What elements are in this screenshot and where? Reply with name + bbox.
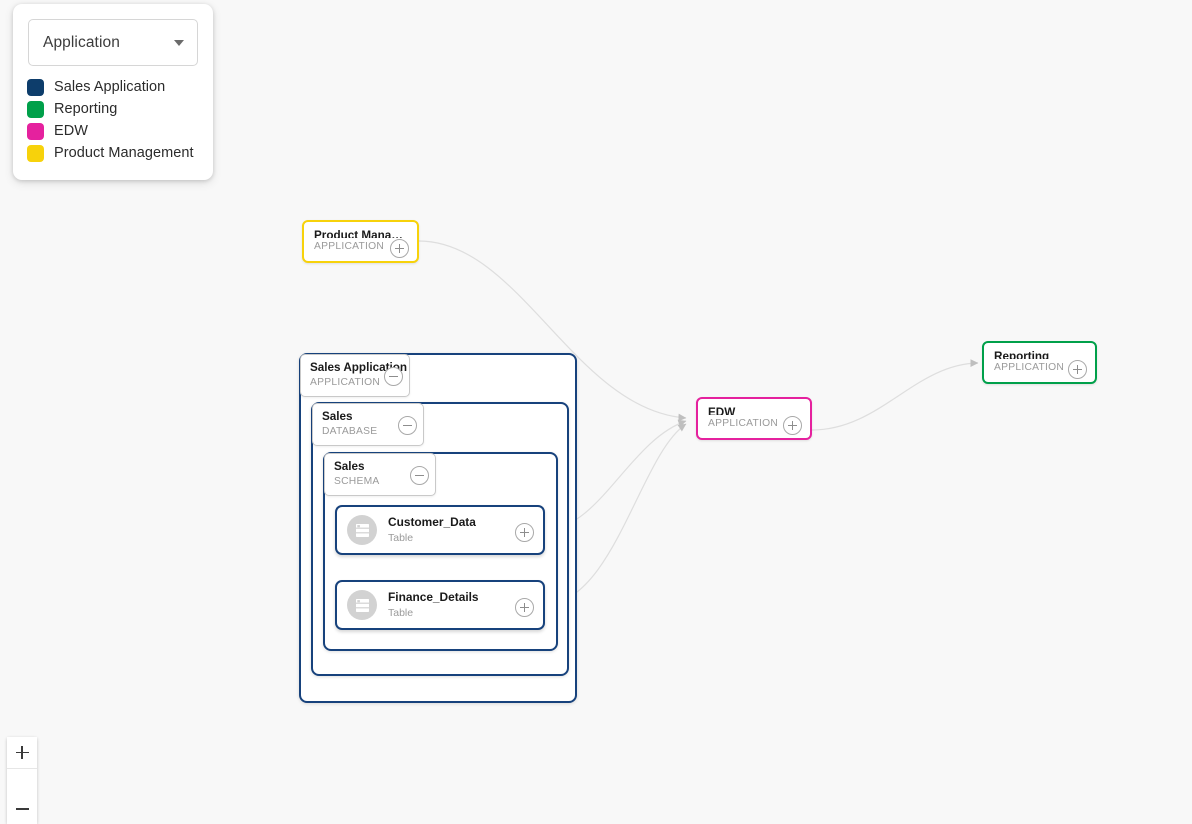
node-title: Customer_Data: [388, 515, 476, 529]
group-header-sales-schema[interactable]: Sales SCHEMA: [324, 453, 436, 496]
legend-color-swatch: [27, 78, 44, 96]
node-title: Finance_Details: [388, 590, 479, 604]
node-finance-details[interactable]: Finance_Details Table: [335, 580, 545, 630]
zoom-controls: [7, 737, 37, 824]
table-icon: [347, 590, 377, 620]
legend-item-product-management[interactable]: Product Management: [27, 142, 213, 164]
group-header-sales-database[interactable]: Sales DATABASE: [312, 403, 424, 446]
group-header-sales-application[interactable]: Sales Application APPLICATION: [300, 354, 410, 397]
graph-canvas[interactable]: Sales Application APPLICATION Sales DATA…: [0, 0, 1192, 824]
expand-toggle-reporting[interactable]: [1068, 360, 1087, 379]
expand-toggle-edw[interactable]: [783, 416, 802, 435]
expand-toggle-customer-data[interactable]: [515, 523, 534, 542]
chevron-down-icon: [174, 39, 184, 46]
expand-toggle-product-management[interactable]: [390, 239, 409, 258]
expand-toggle-finance-details[interactable]: [515, 598, 534, 617]
legend-item-label: Product Management: [54, 145, 194, 161]
legend-item-sales-application[interactable]: Sales Application: [27, 76, 213, 98]
legend-color-swatch: [27, 144, 44, 162]
legend-items: Sales Application Reporting EDW Product …: [13, 76, 213, 164]
legend-type-select[interactable]: Application: [28, 19, 198, 66]
legend-item-label: Reporting: [54, 101, 118, 117]
legend-select-value: Application: [43, 33, 120, 51]
node-customer-data[interactable]: Customer_Data Table: [335, 505, 545, 555]
node-reporting[interactable]: Reporting APPLICATION: [982, 341, 1097, 384]
node-edw[interactable]: EDW APPLICATION: [696, 397, 812, 440]
legend-item-reporting[interactable]: Reporting: [27, 98, 213, 120]
table-icon: [347, 515, 377, 545]
edge-edw-to-reporting: [811, 359, 979, 431]
legend-item-label: Sales Application: [54, 79, 166, 95]
legend-panel: Application Sales Application Reporting …: [13, 4, 213, 180]
zoom-out-button[interactable]: [7, 768, 37, 824]
legend-color-swatch: [27, 100, 44, 118]
node-subtitle: Table: [388, 607, 414, 619]
node-product-management[interactable]: Product Managem… APPLICATION: [302, 220, 419, 263]
collapse-toggle-sales-application[interactable]: [384, 367, 403, 386]
node-subtitle: Table: [388, 532, 414, 544]
node-title: Product Managem…: [314, 229, 407, 238]
legend-item-edw[interactable]: EDW: [27, 120, 213, 142]
legend-color-swatch: [27, 122, 44, 140]
collapse-toggle-sales-schema[interactable]: [410, 466, 429, 485]
node-title: Reporting: [994, 350, 1050, 359]
collapse-toggle-sales-database[interactable]: [398, 416, 417, 435]
node-title: EDW: [708, 406, 736, 415]
legend-item-label: EDW: [54, 123, 88, 139]
zoom-in-button[interactable]: [7, 737, 37, 768]
